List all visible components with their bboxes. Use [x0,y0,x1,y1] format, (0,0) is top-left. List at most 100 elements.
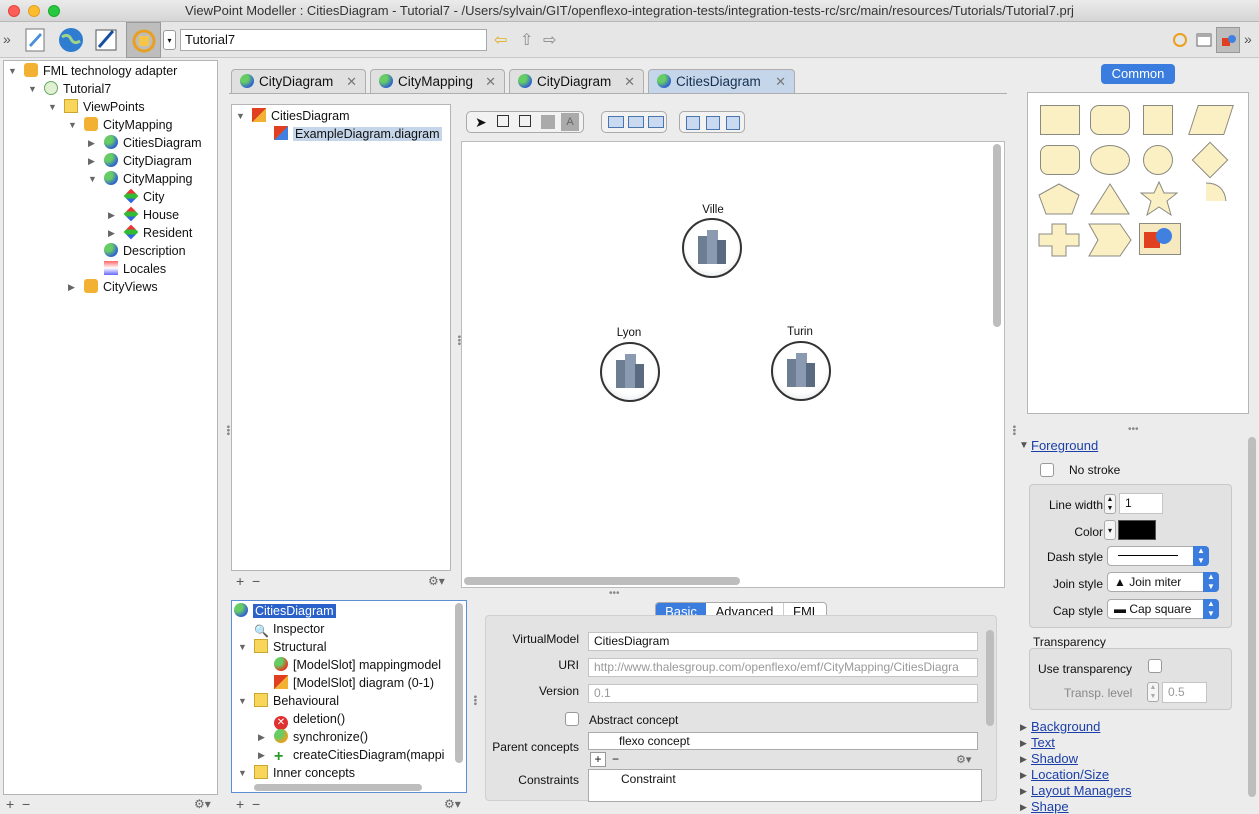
remove-parent-button[interactable]: − [612,752,619,766]
pen-document-icon[interactable] [91,25,121,55]
remove-icon[interactable]: − [252,796,260,812]
background-section-link[interactable]: Background [1031,719,1100,734]
tree-node-citydiagram[interactable]: CityDiagram [104,152,192,170]
tree-node-viewpoints[interactable]: ViewPoints [64,98,145,116]
diagram-tree-example[interactable]: ExampleDiagram.diagram [274,125,442,143]
layout-panel-icon[interactable] [1196,32,1212,48]
transparency-level-field[interactable]: 0.5 [1162,682,1207,703]
gear-icon[interactable]: ⚙▾ [444,797,461,811]
close-tab-icon[interactable]: ✕ [485,70,496,93]
tree-node-description[interactable]: Description [104,242,186,260]
expand-toggle[interactable]: ▶ [88,152,95,170]
viewpoint-perspective-button[interactable] [126,22,161,58]
tree-node-locales[interactable]: Locales [104,260,166,278]
expand-toggle[interactable]: ▶ [1020,754,1027,765]
forward-arrow-icon[interactable]: ⇨ [543,30,556,50]
add-icon[interactable]: + [6,796,14,812]
city-node-ville[interactable] [682,218,742,278]
style-inspector-scrollbar[interactable] [1248,437,1256,797]
align-right-icon[interactable] [726,116,740,130]
tree-node-root[interactable]: FML technology adapter [24,62,177,80]
close-window-button[interactable] [8,5,20,17]
tree-node-tutorial7[interactable]: Tutorial7 [44,80,111,98]
minimize-window-button[interactable] [28,5,40,17]
diagram-perspective-button[interactable] [1216,27,1240,53]
project-dropdown-toggle[interactable]: ▾ [163,30,176,50]
expand-toggle[interactable]: ▶ [68,278,75,296]
connector-tool-icon[interactable] [519,115,531,127]
splitter-handle-icon[interactable]: ••• [609,588,620,599]
tab-citiesdiagram[interactable]: CitiesDiagram ✕ [648,69,795,93]
constraints-table[interactable]: Constraint [588,769,982,802]
parallelogram-shape[interactable] [1188,105,1234,135]
inspector-scrollbar[interactable] [986,630,994,726]
double-chevron-icon[interactable]: » [1244,31,1252,47]
line-width-stepper[interactable]: ▲ ▼ [1104,494,1116,514]
expand-toggle[interactable]: ▶ [108,224,115,242]
concept-tree-mappingmodel[interactable]: [ModelSlot] mappingmodel [274,656,441,674]
project-field[interactable]: Tutorial7 [180,29,487,51]
expand-toggle[interactable]: ▶ [1020,722,1027,733]
concept-tree-diagram-slot[interactable]: [ModelSlot] diagram (0-1) [274,674,434,692]
tree-node-citiesdiagram[interactable]: CitiesDiagram [104,134,202,152]
diamond-shape[interactable] [1191,141,1229,179]
close-tab-icon[interactable]: ✕ [346,70,357,93]
gear-icon[interactable]: ⚙▾ [428,574,445,588]
add-icon[interactable]: + [236,796,244,812]
virtual-model-field[interactable]: CitiesDiagram [588,632,978,651]
double-chevron-icon[interactable]: » [3,31,11,47]
chevron-shape[interactable] [1088,223,1132,257]
add-icon[interactable]: + [236,573,244,589]
color-dropdown-toggle[interactable]: ▾ [1104,520,1116,540]
foreground-section-link[interactable]: Foreground [1031,438,1098,453]
expand-toggle[interactable]: ▼ [236,107,245,125]
tree-node-citymapping-vm[interactable]: CityMapping [104,170,192,188]
tab-citydiagram-1[interactable]: CityDiagram ✕ [231,69,366,93]
text-section-link[interactable]: Text [1031,735,1055,750]
align-top-icon[interactable] [608,116,624,128]
uri-field[interactable]: http://www.thalesgroup.com/openflexo/emf… [588,658,978,677]
viewpoint-small-icon[interactable] [1172,32,1188,48]
align-middle-icon[interactable] [628,116,644,128]
circle-shape[interactable] [1143,145,1173,175]
tree-node-house[interactable]: House [123,206,179,224]
expand-toggle[interactable]: ▶ [88,134,95,152]
expand-toggle[interactable]: ▼ [238,764,247,782]
rectangle-shape[interactable] [1040,105,1080,135]
concept-tree-vertical-scrollbar[interactable] [455,603,463,763]
cap-style-select[interactable]: ▬ Cap square ▲ ▼ [1107,599,1219,619]
shape-section-link[interactable]: Shape [1031,799,1069,814]
expand-toggle[interactable]: ▼ [48,98,57,116]
gear-icon[interactable]: ⚙▾ [956,753,971,766]
globe-icon[interactable] [56,25,86,55]
parent-concepts-table[interactable]: flexo concept [588,732,978,750]
concept-tree-inspector[interactable]: 🔍 Inspector [254,620,324,638]
expand-toggle[interactable]: ▶ [1020,770,1027,781]
remove-icon[interactable]: − [252,573,260,589]
canvas-vertical-scrollbar[interactable] [993,144,1001,327]
concept-tree-horizontal-scrollbar[interactable] [254,784,422,791]
align-left-icon[interactable] [686,116,700,130]
expand-toggle[interactable]: ▼ [68,116,77,134]
concept-tree-synchronize[interactable]: synchronize() [274,728,368,746]
remove-icon[interactable]: − [22,796,30,812]
tree-node-cityviews[interactable]: CityViews [84,278,158,296]
pentagon-shape[interactable] [1038,183,1080,215]
expand-toggle[interactable]: ▼ [88,170,97,188]
color-swatch[interactable] [1118,520,1156,540]
expand-toggle[interactable]: ▶ [258,728,265,746]
join-style-select[interactable]: ▲ Join miter ▲ ▼ [1107,572,1219,592]
close-tab-icon[interactable]: ✕ [775,70,786,93]
oval-shape[interactable] [1090,145,1130,175]
city-node-lyon[interactable] [600,342,660,402]
splitter-handle-icon[interactable]: ••• [469,695,480,706]
line-tool-icon[interactable] [541,115,555,129]
expand-toggle[interactable]: ▶ [1020,786,1027,797]
tree-node-resident[interactable]: Resident [123,224,192,242]
rounded-rectangle-shape[interactable] [1090,105,1130,135]
expand-toggle[interactable]: ▼ [1019,440,1029,451]
expand-toggle[interactable]: ▼ [238,692,247,710]
add-parent-button[interactable]: + [590,752,606,767]
location-size-section-link[interactable]: Location/Size [1031,767,1109,782]
expand-toggle[interactable]: ▼ [238,638,247,656]
